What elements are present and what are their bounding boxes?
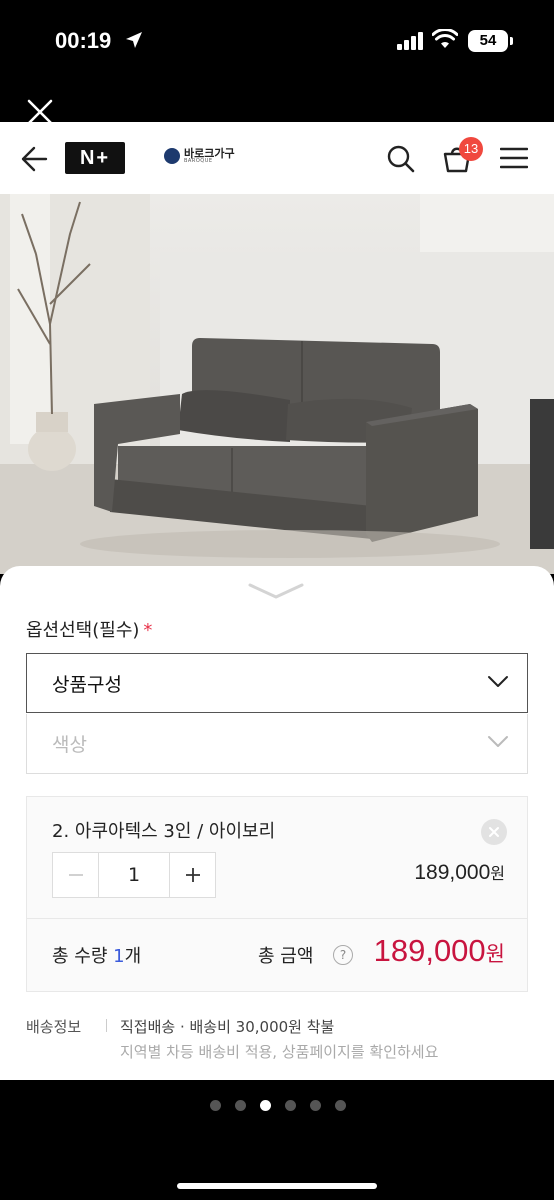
chevron-down-icon [488, 676, 508, 687]
quantity-increase-button[interactable] [169, 853, 215, 897]
remove-item-button[interactable] [481, 819, 507, 845]
page-indicator [210, 1100, 346, 1111]
delivery-method: 직접배송 · 배송비 30,000원 착불 [120, 1018, 335, 1036]
quantity-decrease-button[interactable] [53, 853, 99, 897]
quantity-stepper: 1 [52, 852, 216, 898]
total-quantity-label: 총 수량 [52, 946, 114, 967]
brand-emblem-icon [164, 148, 180, 164]
battery-icon: 54 [468, 30, 513, 52]
page-dot[interactable] [235, 1100, 246, 1111]
minus-icon [68, 874, 83, 876]
status-time: 00:19 [55, 28, 112, 53]
top-navigation: N+ 바로크가구 BAROQUE 13 [0, 122, 554, 194]
chevron-down-icon [488, 736, 508, 747]
back-arrow-icon[interactable] [20, 146, 48, 172]
status-bar: 00:19 54 [0, 0, 554, 90]
delivery-note: 지역별 차등 배송비 적용, 상품페이지를 확인하세요 [120, 1043, 439, 1061]
delivery-info-label: 배송정보 [26, 1018, 82, 1036]
total-amount-currency: 원 [485, 942, 505, 966]
option-section-title: 옵션선택(필수) * [26, 616, 152, 642]
brand-logo[interactable]: 바로크가구 BAROQUE [164, 148, 235, 164]
sheet-collapse-chevron-icon[interactable] [248, 582, 304, 600]
option-title-text: 옵션선택(필수) [26, 620, 140, 641]
item-price-value: 189,000 [414, 861, 491, 884]
selected-item-card: 2. 아쿠아텍스 3인 / 아이보리 1 189,000원 총 수량 1개 총 … [26, 796, 528, 992]
naver-plus-logo[interactable]: N+ [65, 142, 125, 174]
search-icon[interactable] [386, 144, 416, 174]
item-price: 189,000원 [414, 860, 505, 885]
total-amount-value: 189,000 [373, 933, 486, 968]
close-bar [0, 90, 554, 122]
wifi-icon [432, 29, 458, 48]
selected-item-name: 2. 아쿠아텍스 3인 / 아이보리 [52, 821, 276, 842]
color-select[interactable]: 색상 [26, 714, 528, 774]
hamburger-menu-icon[interactable] [500, 146, 528, 170]
plus-icon [185, 868, 200, 882]
option-bottom-sheet: 옵션선택(필수)* 상품구성 색상 2. 아쿠아텍스 3인 / 아이보리 1 [0, 566, 554, 1080]
total-quantity: 총 수량 1개 [52, 942, 141, 968]
page-dot[interactable] [310, 1100, 321, 1111]
product-composition-select[interactable]: 상품구성 [26, 653, 528, 713]
home-indicator[interactable] [177, 1183, 377, 1189]
help-icon[interactable]: ? [333, 945, 353, 965]
page-dot[interactable] [210, 1100, 221, 1111]
required-mark: * [143, 620, 153, 641]
item-price-currency: 원 [490, 864, 505, 883]
total-amount: 189,000원 [374, 933, 505, 969]
product-image[interactable] [0, 194, 554, 574]
signal-icon [397, 32, 423, 50]
page-dot[interactable] [335, 1100, 346, 1111]
brand-name-en: BAROQUE [184, 158, 213, 164]
divider [106, 1019, 107, 1032]
close-icon [489, 827, 499, 837]
image-pager-area [0, 1080, 554, 1200]
quantity-value[interactable]: 1 [99, 853, 169, 897]
total-quantity-unit: 개 [124, 946, 142, 967]
location-arrow-icon [126, 32, 142, 48]
total-quantity-value: 1 [113, 946, 125, 967]
page-dot-active[interactable] [260, 1100, 271, 1111]
color-select-label: 색상 [52, 734, 87, 756]
cart-count-badge: 13 [459, 137, 483, 161]
page-dot[interactable] [285, 1100, 296, 1111]
total-amount-label: 총 금액 [258, 946, 314, 967]
sofa-illustration [0, 194, 554, 574]
divider [27, 918, 527, 919]
product-composition-select-label: 상품구성 [52, 673, 122, 696]
